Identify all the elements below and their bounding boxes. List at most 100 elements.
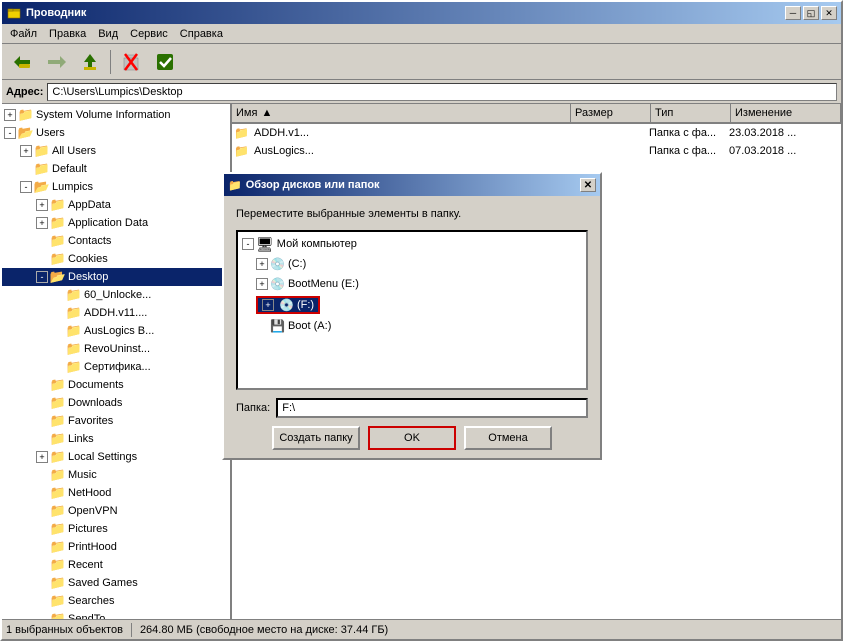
- drive-f-icon: 💿: [279, 298, 294, 312]
- tree-item-links[interactable]: 📁 Links: [2, 430, 230, 448]
- status-bar: 1 выбранных объектов 264.80 МБ (свободно…: [2, 619, 841, 639]
- tree-item-savedgames[interactable]: 📁 Saved Games: [2, 574, 230, 592]
- tree-item-cookies[interactable]: 📁 Cookies: [2, 250, 230, 268]
- expander-allusers[interactable]: +: [20, 145, 32, 157]
- address-input[interactable]: [47, 83, 837, 101]
- tree-item-addh[interactable]: 📁 ADDH.v11....: [2, 304, 230, 322]
- tree-item-desktop[interactable]: - 📂 Desktop: [2, 268, 230, 286]
- col-size[interactable]: Размер: [571, 104, 651, 123]
- restore-button[interactable]: ◱: [803, 6, 819, 20]
- tree-item-appdata2[interactable]: + 📁 Application Data: [2, 214, 230, 232]
- col-modified[interactable]: Изменение: [731, 104, 841, 123]
- folder-icon-cert: 📁: [66, 360, 82, 374]
- tree-label-60unlocke: 60_Unlocke...: [84, 289, 151, 301]
- col-name[interactable]: Имя ▲: [232, 104, 571, 123]
- menu-edit[interactable]: Правка: [43, 26, 92, 42]
- tree-label-revo: RevoUninst...: [84, 343, 150, 355]
- expander-fdrive[interactable]: +: [262, 299, 274, 311]
- tree-item-printhood[interactable]: 📁 PrintHood: [2, 538, 230, 556]
- tree-label-cookies: Cookies: [68, 253, 108, 265]
- tree-label-nethood: NetHood: [68, 487, 111, 499]
- tree-item-music[interactable]: 📁 Music: [2, 466, 230, 484]
- dialog-close-button[interactable]: ✕: [580, 178, 596, 192]
- menu-view[interactable]: Вид: [92, 26, 124, 42]
- tree-item-default[interactable]: 📁 Default: [2, 160, 230, 178]
- tree-item-60unlocke[interactable]: 📁 60_Unlocke...: [2, 286, 230, 304]
- expander-mycomputer[interactable]: -: [242, 238, 254, 250]
- tree-item-appdata[interactable]: + 📁 AppData: [2, 196, 230, 214]
- expander-edrive[interactable]: +: [256, 278, 268, 290]
- dialog-body: Переместите выбранные элементы в папку. …: [224, 196, 600, 458]
- dialog-tree[interactable]: - 🖥 Мой компьютер + 💿 (C:) +: [236, 230, 588, 390]
- tree-item-localsettings[interactable]: + 📁 Local Settings: [2, 448, 230, 466]
- expander-desktop[interactable]: -: [36, 271, 48, 283]
- expander-appdata2[interactable]: +: [36, 217, 48, 229]
- tree-item-sendto[interactable]: 📁 SendTo: [2, 610, 230, 619]
- file-item-addh[interactable]: 📁 ADDH.v1... Папка с фа... 23.03.2018 ..…: [232, 124, 841, 142]
- fdrive-selected-item[interactable]: + 💿 (F:): [256, 296, 320, 314]
- tree-item-openvpn[interactable]: 📁 OpenVPN: [2, 502, 230, 520]
- tree-item-downloads[interactable]: 📁 Downloads: [2, 394, 230, 412]
- close-button[interactable]: ✕: [821, 6, 837, 20]
- folder-icon-appdata2: 📁: [50, 216, 66, 230]
- delete-button[interactable]: [115, 48, 147, 76]
- dialog-tree-computer[interactable]: - 🖥 Мой компьютер: [240, 234, 584, 254]
- folder-path-label: Папка:: [236, 402, 270, 414]
- expander-users[interactable]: -: [4, 127, 16, 139]
- tree-item-nethood[interactable]: 📁 NetHood: [2, 484, 230, 502]
- expander-cdrive[interactable]: +: [256, 258, 268, 270]
- cancel-button[interactable]: Отмена: [464, 426, 552, 450]
- file-type-addh: Папка с фа...: [649, 127, 729, 139]
- tree-label-downloads: Downloads: [68, 397, 122, 409]
- minimize-button[interactable]: ─: [785, 6, 801, 20]
- computer-icon: 🖥: [256, 236, 274, 253]
- tree-item-users[interactable]: - 📂 Users: [2, 124, 230, 142]
- menu-file[interactable]: Файл: [4, 26, 43, 42]
- dialog-instruction: Переместите выбранные элементы в папку.: [236, 208, 588, 220]
- expander-localsettings[interactable]: +: [36, 451, 48, 463]
- tree-label-savedgames: Saved Games: [68, 577, 138, 589]
- dialog-tree-adrive[interactable]: 💾 Boot (A:): [240, 316, 584, 336]
- folder-path-input[interactable]: [276, 398, 588, 418]
- tree-item-favorites[interactable]: 📁 Favorites: [2, 412, 230, 430]
- dialog-title-icon: 📁: [228, 179, 242, 192]
- label-fdrive: (F:): [297, 299, 314, 311]
- address-bar: Адрес:: [2, 80, 841, 104]
- ok-button[interactable]: OK: [368, 426, 456, 450]
- create-folder-button[interactable]: Создать папку: [272, 426, 360, 450]
- col-type[interactable]: Тип: [651, 104, 731, 123]
- expander-appdata[interactable]: +: [36, 199, 48, 211]
- tree-item-pictures[interactable]: 📁 Pictures: [2, 520, 230, 538]
- tree-label-sysvolinfo: System Volume Information: [36, 109, 171, 121]
- tree-item-lumpics[interactable]: - 📂 Lumpics: [2, 178, 230, 196]
- tree-item-revo[interactable]: 📁 RevoUninst...: [2, 340, 230, 358]
- expander-lumpics[interactable]: -: [20, 181, 32, 193]
- expander-sysvolinfo[interactable]: +: [4, 109, 16, 121]
- menu-help[interactable]: Справка: [174, 26, 229, 42]
- tree-label-addh: ADDH.v11....: [84, 307, 147, 319]
- up-button[interactable]: [74, 48, 106, 76]
- tree-item-auslogics[interactable]: 📁 AusLogics B...: [2, 322, 230, 340]
- file-item-auslogics[interactable]: 📁 AusLogics... Папка с фа... 07.03.2018 …: [232, 142, 841, 160]
- folder-icon-music: 📁: [50, 468, 66, 482]
- dialog-tree-fdrive-row[interactable]: + 💿 (F:): [240, 294, 584, 316]
- back-button[interactable]: [6, 48, 38, 76]
- tree-item-recent[interactable]: 📁 Recent: [2, 556, 230, 574]
- confirm-button[interactable]: [149, 48, 181, 76]
- folder-icon-contacts: 📁: [50, 234, 66, 248]
- tree-item-sysvolinfo[interactable]: + 📁 System Volume Information: [2, 106, 230, 124]
- tree-item-searches[interactable]: 📁 Searches: [2, 592, 230, 610]
- tree-item-allusers[interactable]: + 📁 All Users: [2, 142, 230, 160]
- status-divider: [131, 623, 132, 637]
- tree-item-documents[interactable]: 📁 Documents: [2, 376, 230, 394]
- tree-item-cert[interactable]: 📁 Сертифика...: [2, 358, 230, 376]
- forward-button[interactable]: [40, 48, 72, 76]
- dialog-tree-edrive[interactable]: + 💿 BootMenu (E:): [240, 274, 584, 294]
- tree-item-contacts[interactable]: 📁 Contacts: [2, 232, 230, 250]
- folder-icon-links: 📁: [50, 432, 66, 446]
- folder-icon-downloads: 📁: [50, 396, 66, 410]
- dialog-tree-cdrive[interactable]: + 💿 (C:): [240, 254, 584, 274]
- tree-label-printhood: PrintHood: [68, 541, 117, 553]
- drive-a-icon: 💾: [270, 319, 285, 333]
- menu-tools[interactable]: Сервис: [124, 26, 174, 42]
